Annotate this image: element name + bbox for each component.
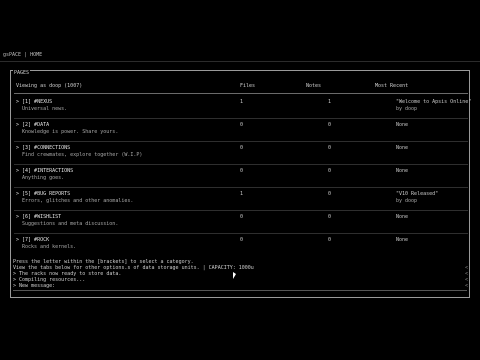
row-divider — [14, 187, 468, 188]
mouse-cursor-icon — [233, 272, 236, 279]
console-divider — [13, 290, 467, 291]
category-name: > [7] #ROCK — [16, 237, 50, 243]
category-desc: Errors, glitches and other anomalies. — [22, 198, 134, 204]
recent-title: "Welcome to Apsis Online" — [396, 99, 472, 105]
files-count: 0 — [240, 168, 244, 174]
terminal-screen: gsPACE | HOME PAGES Viewing as doop (100… — [0, 0, 480, 360]
category-name: > [5] #BUG REPORTS — [16, 191, 71, 197]
files-count: 1 — [240, 99, 244, 105]
category-desc: Find crewmates, explore together (W.I.P) — [22, 152, 143, 158]
col-notes: Notes — [306, 83, 322, 89]
header-divider — [14, 93, 468, 94]
recent-title: None — [396, 214, 409, 220]
col-most-recent: Most Recent — [375, 83, 409, 89]
files-count: 0 — [240, 122, 244, 128]
recent-title: None — [396, 168, 409, 174]
row-divider — [14, 210, 468, 211]
files-count: 0 — [240, 237, 244, 243]
category-desc: Anything goes. — [22, 175, 65, 181]
col-files: Files — [240, 83, 256, 89]
recent-title: None — [396, 122, 409, 128]
category-name: > [2] #DATA — [16, 122, 50, 128]
recent-title: None — [396, 237, 409, 243]
recent-title: None — [396, 145, 409, 151]
files-count: 0 — [240, 214, 244, 220]
scroll-down-icon[interactable]: < — [465, 283, 468, 289]
top-divider — [0, 61, 480, 62]
files-count: 0 — [240, 145, 244, 151]
notes-count: 0 — [328, 122, 332, 128]
notes-count: 0 — [328, 214, 332, 220]
console-output: Press the letter within the [brackets] t… — [10, 258, 470, 298]
notes-count: 0 — [328, 237, 332, 243]
notes-count: 0 — [328, 191, 332, 197]
recent-title: "V10 Released" — [396, 191, 439, 197]
category-desc: Knowledge is power. Share yours. — [22, 129, 119, 135]
window-title: gsPACE | HOME — [3, 52, 43, 58]
row-divider — [14, 141, 468, 142]
category-name: > [4] #INTERACTIONS — [16, 168, 74, 174]
recent-author: by doop — [396, 198, 418, 204]
console-line-5: > New message: — [13, 283, 56, 289]
top-bar: gsPACE | HOME — [0, 50, 480, 61]
category-name: > [1] #NEXUS — [16, 99, 53, 105]
category-name: > [6] #WISHLIST — [16, 214, 62, 220]
category-desc: Suggestions and meta discussion. — [22, 221, 119, 227]
category-desc: Rocks and kernels. — [22, 244, 77, 250]
notes-count: 1 — [328, 99, 332, 105]
notes-count: 0 — [328, 145, 332, 151]
category-name: > [3] #CONNECTIONS — [16, 145, 71, 151]
notes-count: 0 — [328, 168, 332, 174]
row-divider — [14, 164, 468, 165]
panel-title: PAGES — [13, 70, 31, 76]
row-divider — [14, 233, 468, 234]
row-divider — [14, 118, 468, 119]
recent-author: by doop — [396, 106, 418, 112]
viewing-label: Viewing as doop (1007) — [16, 83, 83, 89]
category-row-rock[interactable]: > [7] #ROCK Rocks and kernels. 0 0 None — [11, 237, 469, 259]
category-desc: Universal news. — [22, 106, 68, 112]
files-count: 1 — [240, 191, 244, 197]
